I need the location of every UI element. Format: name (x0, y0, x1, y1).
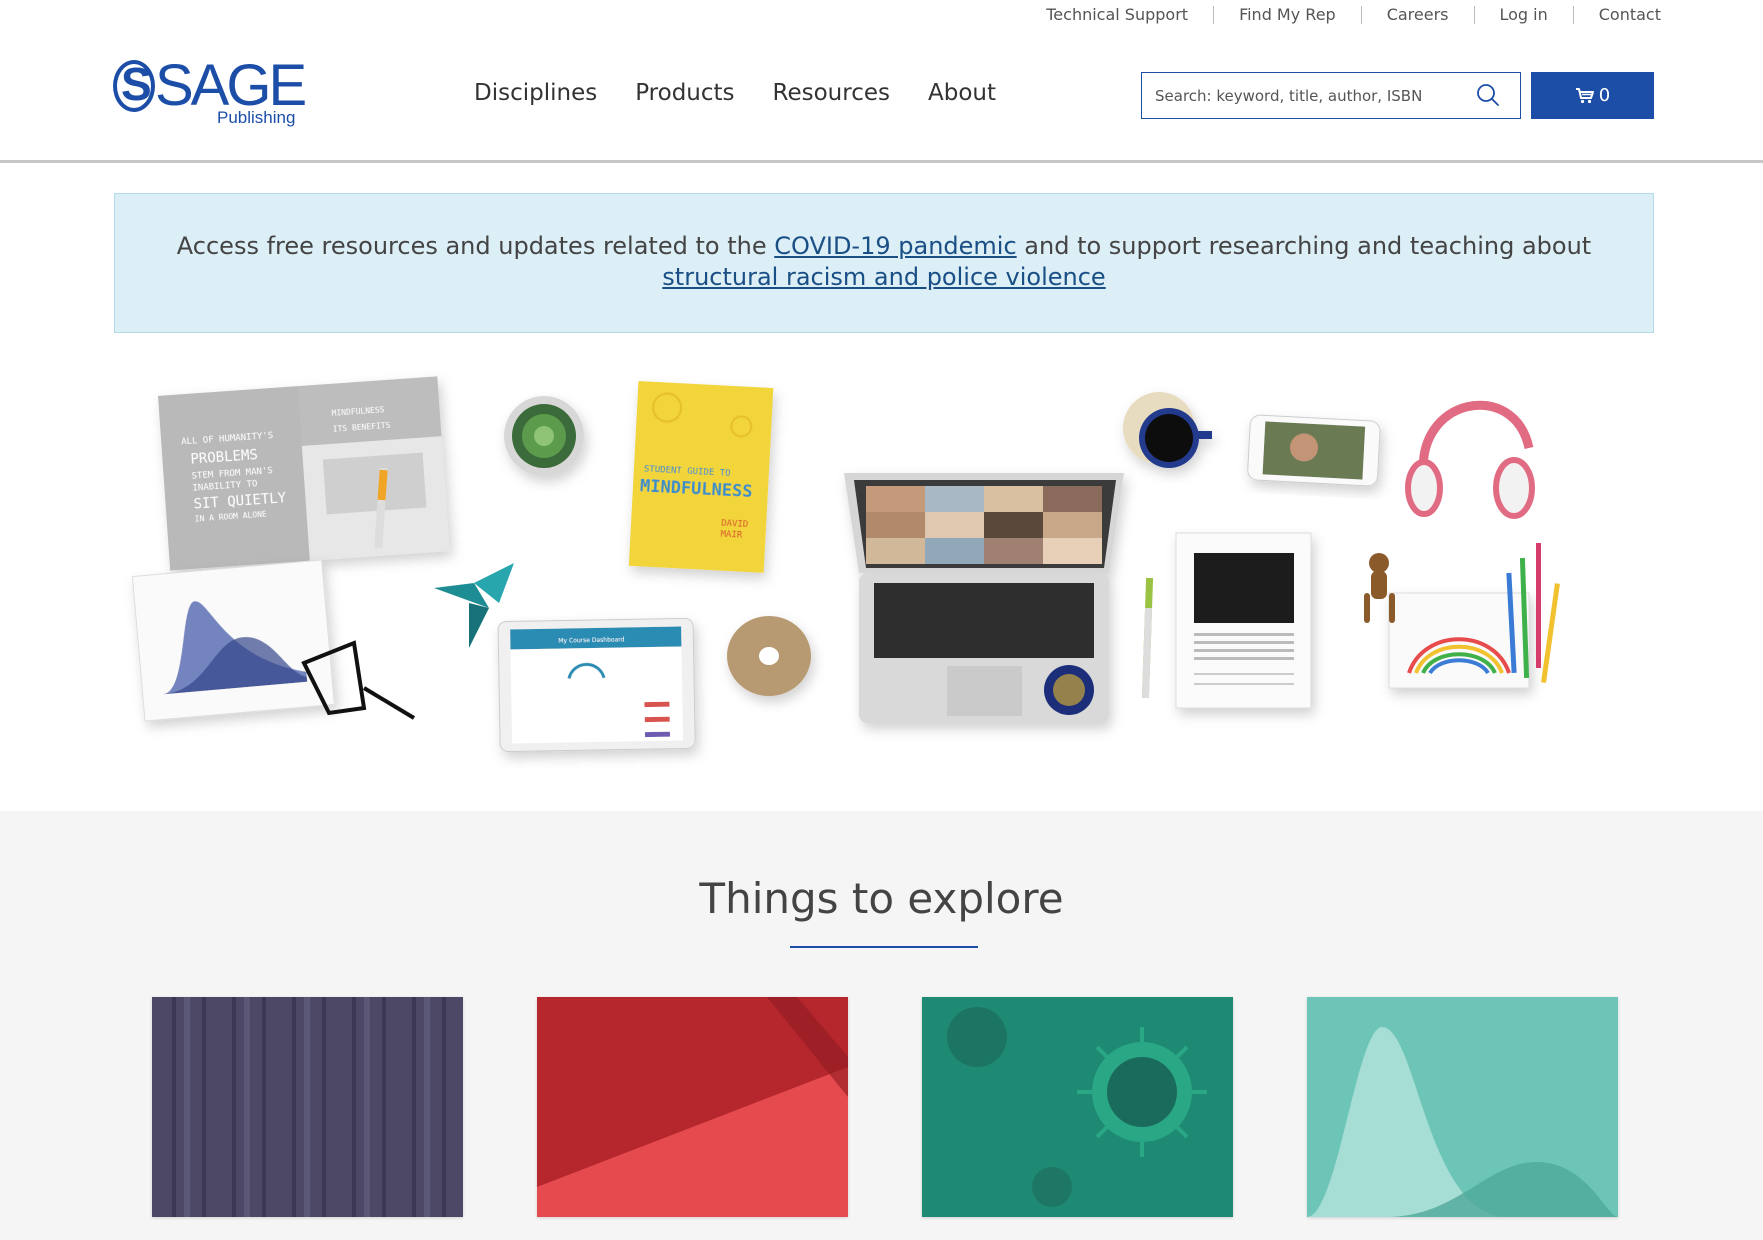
logo-wordmark: SAGE (155, 53, 307, 118)
explore-card-2[interactable] (537, 997, 848, 1217)
logo-s-mark: S (121, 58, 152, 110)
sage-logo[interactable]: S SAGE Publishing (113, 56, 307, 130)
covid-link[interactable]: COVID-19 pandemic (774, 232, 1016, 260)
mindfulness-book: STUDENT GUIDE TO MINDFULNESS DAVID MAIR (628, 381, 774, 573)
racism-link[interactable]: structural racism and police violence (662, 263, 1105, 291)
banner-text-part-1: Access free resources and updates relate… (176, 232, 775, 260)
banner-text: Access free resources and updates relate… (115, 231, 1653, 293)
svg-text:MAIR: MAIR (720, 530, 743, 541)
cart-count: 0 (1598, 85, 1611, 106)
explore-section: Things to explore (0, 811, 1763, 1240)
site-header: S SAGE Publishing Disciplines Products R… (0, 30, 1763, 163)
child-drawing (1388, 592, 1530, 689)
cart-button[interactable]: 0 (1531, 72, 1654, 119)
cart-icon (1575, 87, 1594, 103)
teal-curve-image (1307, 997, 1618, 1217)
utility-link-find-my-rep[interactable]: Find My Rep (1213, 6, 1361, 24)
research-paper (1175, 532, 1312, 709)
explore-card-4[interactable] (1307, 997, 1618, 1217)
explore-card-3[interactable] (922, 997, 1233, 1217)
purple-texture-image (152, 997, 463, 1217)
svg-text:My Course Dashboard: My Course Dashboard (558, 636, 624, 644)
open-book: ALL OF HUMANITY'S PROBLEMS STEM FROM MAN… (157, 376, 450, 571)
virus-image (922, 997, 1233, 1217)
laptop (844, 473, 1124, 723)
utility-link-technical-support[interactable]: Technical Support (1046, 6, 1213, 24)
search-input[interactable] (1142, 73, 1462, 118)
announcement-banner: Access free resources and updates relate… (114, 193, 1654, 333)
nav-disciplines[interactable]: Disciplines (474, 78, 597, 108)
explore-title: Things to explore (699, 874, 1064, 923)
search-box (1141, 72, 1521, 119)
svg-text:DAVID: DAVID (721, 519, 749, 530)
red-wall-image (537, 997, 848, 1217)
search-icon[interactable] (1476, 83, 1500, 107)
explore-card-1[interactable] (152, 997, 463, 1217)
tablet: My Course Dashboard (497, 617, 696, 753)
utility-link-log-in[interactable]: Log in (1473, 6, 1573, 24)
clipboard-chart (131, 559, 335, 722)
utility-link-contact[interactable]: Contact (1572, 6, 1661, 24)
phone (1247, 414, 1381, 487)
nav-about[interactable]: About (928, 78, 996, 108)
bagel (727, 616, 811, 696)
utility-nav: Technical Support Find My Rep Careers Lo… (1046, 0, 1661, 30)
banner-text-part-2: and to support researching and teaching … (1016, 232, 1592, 260)
logo-subtitle: Publishing (217, 108, 296, 127)
succulent (504, 396, 584, 476)
explore-title-underline (790, 946, 978, 948)
utility-link-careers[interactable]: Careers (1360, 6, 1474, 24)
nav-resources[interactable]: Resources (773, 78, 890, 108)
hero-image: ALL OF HUMANITY'S PROBLEMS STEM FROM MAN… (114, 358, 1654, 768)
main-nav: Disciplines Products Resources About (474, 78, 1034, 108)
nav-products[interactable]: Products (635, 78, 734, 108)
